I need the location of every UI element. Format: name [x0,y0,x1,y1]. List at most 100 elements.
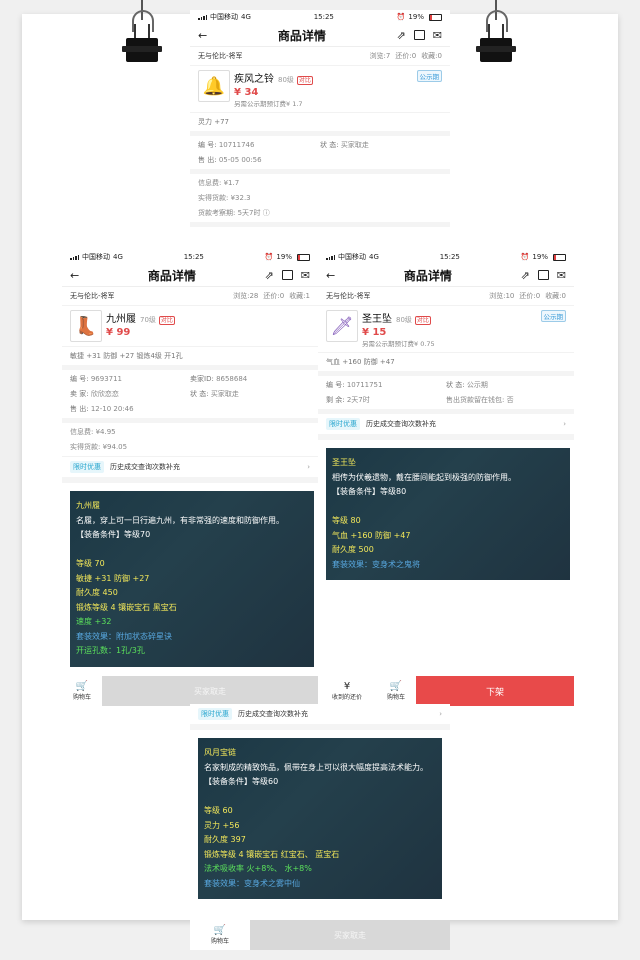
bell-item-icon: 🔔 [198,70,230,102]
battery-label: 19% [276,253,292,261]
card-durability: 耐久度 450 [76,588,118,597]
clock: 15:25 [439,253,460,261]
card-desc: 相传为伏羲遗物，戴在腰间能起到极强的防御作用。 [332,472,516,482]
card-requirement: 【装备条件】等级80 [332,487,407,496]
item-id: 10711746 [218,141,255,149]
compare-badge[interactable]: 对比 [296,76,313,85]
delist-button[interactable]: 下架 [416,676,574,706]
fee-note: 另需公示期预订费¥ 0.75 [362,340,435,348]
promo-text: 历史成交查询次数补充 [366,420,436,428]
item-price: ¥ 15 [362,327,387,338]
promo-row[interactable]: 限时优惠 历史成交查询次数补充 › [318,414,574,434]
folder-icon[interactable] [537,269,549,280]
item-level: 80级 [278,76,294,84]
promo-text: 历史成交查询次数补充 [110,463,180,471]
alarm-icon: ⏰ [520,253,530,261]
promo-row[interactable]: 限时优惠 历史成交查询次数补充 › [62,457,318,477]
pendant-item-icon: 🗡 [326,310,358,342]
cart-icon: 🛒 [213,924,227,936]
screen-shengwangzhui: 中国移动 4G 15:25 ⏰ 19% ← 商品详情 ⇗ ✉ 无与伦比-将军 浏览… [318,250,574,706]
trade-info: 编 号: 10711751 状 态: 公示期 剩 余: 2天7时 售出货款留在钱… [318,376,574,414]
seller-row: 无与伦比-将军 浏览:7 还价:0 收藏:0 [190,47,450,66]
card-durability: 耐久度 397 [204,835,246,844]
trade-info: 编 号: 9693711 卖家ID: 8658684 卖 家: 欣欣恋恋 状 态… [62,370,318,423]
review-period: 货款考察期: 5天7时 [198,209,261,217]
help-icon[interactable]: ⓘ [263,209,270,217]
share-icon[interactable]: ⇗ [265,270,274,281]
cart-button[interactable]: 🛒 购物车 [376,676,416,706]
back-arrow-icon[interactable]: ← [326,270,335,281]
seller-id: 8658684 [216,375,248,383]
cart-button[interactable]: 🛒 购物车 [62,676,102,706]
binder-clip-icon [122,0,162,66]
item-level: 80级 [396,316,412,324]
info-fee: 信息费: ¥1.7 [198,179,240,187]
item-name: 九州履 [106,314,136,325]
card-durability: 耐久度 500 [332,545,374,554]
card-level: 等级 60 [204,806,233,815]
battery-label: 19% [408,13,424,21]
nav-bar: ← 商品详情 ⇗ ✉ [190,24,450,47]
card-set-effect: 套装效果：附加状态碎星诀 [76,631,172,641]
share-icon[interactable]: ⇗ [521,270,530,281]
item-state: 公示期 [466,381,488,389]
fav-count: 收藏:0 [545,292,566,300]
seller-row: 无与伦比-将军 浏览:28 还价:0 收藏:1 [62,287,318,306]
item-attrs: 敏捷 +31 防御 +27 锻炼4级 开1孔 [62,346,318,370]
item-attrs: 气血 +160 防御 +47 [318,352,574,376]
seller-nickname: 欣欣恋恋 [90,390,119,398]
card-requirement: 【装备条件】等级70 [76,530,151,539]
seller-name: 无与伦比-将军 [326,292,371,300]
battery-label: 19% [532,253,548,261]
card-stats: 敏捷 +31 防御 +27 [76,573,150,583]
browse-count: 浏览:28 [233,292,259,300]
screen-jifeng: 中国移动 4G 15:25 ⏰ 19% ← 商品详情 ⇗ ✉ 无与伦比-将军 浏览… [190,10,450,260]
bottom-bar: 🛒 购物车 买家取走 [190,920,450,950]
mail-icon[interactable]: ✉ [433,30,442,41]
bargain-count: 还价:0 [519,292,541,300]
bargain-count: 还价:0 [395,52,417,60]
item-name: 疾风之铃 [234,74,274,85]
cart-button[interactable]: 🛒 购物车 [190,920,250,950]
screen-fengyuebaolian: 限时优惠 历史成交查询次数补充 › 风月宝链 名家制成的精致饰品，佩带在身上可以… [190,704,450,950]
promo-tag: 限时优惠 [70,461,104,473]
card-set-effect: 套装效果：变身术之雾中仙 [204,878,300,888]
cart-icon: 🛒 [389,680,403,692]
received-bargain-button[interactable]: ¥ 收到的还价 [318,676,376,706]
fav-count: 收藏:0 [421,52,442,60]
share-icon[interactable]: ⇗ [397,30,406,41]
item-summary: 🗡 圣王坠 80级 对比 ¥ 15 另需公示期预订费¥ 0.75 公示期 [318,306,574,352]
folder-icon[interactable] [413,29,425,40]
item-state: 买家取走 [340,141,369,149]
fav-count: 收藏:1 [289,292,310,300]
compare-badge[interactable]: 对比 [414,316,431,325]
back-arrow-icon[interactable]: ← [70,270,79,281]
clock: 15:25 [183,253,204,261]
card-forge: 锻炼等级 4 镶嵌宝石 黑宝石 [76,602,177,612]
promo-text: 历史成交查询次数补充 [238,710,308,718]
status-bar: 中国移动 4G 15:25 ⏰ 19% [318,250,574,264]
item-summary: 🔔 疾风之铃 80级 对比 ¥ 34 另需公示期预订费¥ 1.7 公示期 [190,66,450,112]
binder-clip-icon [476,0,516,66]
promo-row[interactable]: 限时优惠 历史成交查询次数补充 › [190,704,450,724]
network-label: 4G [241,13,251,21]
back-arrow-icon[interactable]: ← [198,30,207,41]
network-label: 4G [369,253,379,261]
bottom-bar: 🛒 购物车 买家取走 [62,676,318,706]
item-summary: 👢 九州履 70级 对比 ¥ 99 [62,306,318,346]
remaining-time: 2天7时 [346,396,370,404]
card-desc: 名履，穿上可一日行遍九州，有非常强的速度和防御作用。 [76,515,284,525]
status-bar: 中国移动 4G 15:25 ⏰ 19% [62,250,318,264]
alarm-icon: ⏰ [396,13,406,21]
battery-icon [428,13,442,21]
seller-row: 无与伦比-将军 浏览:10 还价:0 收藏:0 [318,287,574,306]
item-name: 圣王坠 [362,314,392,325]
mail-icon[interactable]: ✉ [557,270,566,281]
wallet-setting: 售出货款留在钱包: 否 [446,396,514,404]
mail-icon[interactable]: ✉ [301,270,310,281]
page-title: 商品详情 [403,268,452,283]
promo-tag: 限时优惠 [326,418,360,430]
compare-badge[interactable]: 对比 [158,316,175,325]
folder-icon[interactable] [281,269,293,280]
browse-count: 浏览:7 [369,52,391,60]
